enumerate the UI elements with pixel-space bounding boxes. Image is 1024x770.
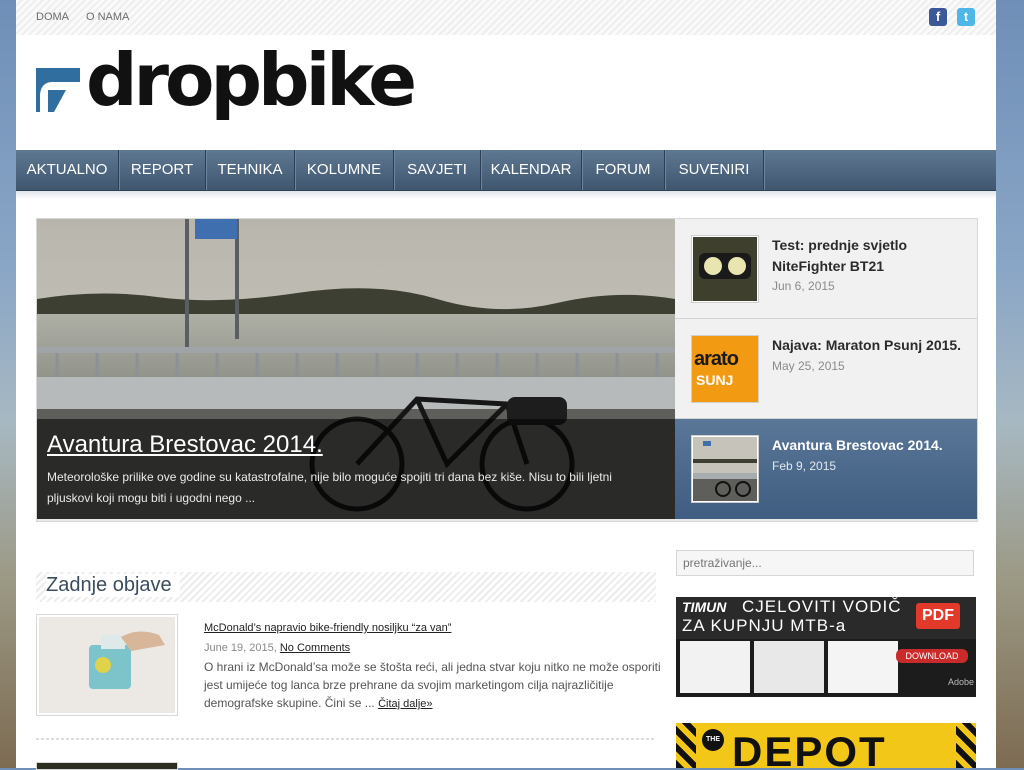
post-thumb[interactable] xyxy=(36,614,178,716)
read-more-link[interactable]: Čitaj dalje» xyxy=(378,698,432,710)
latest-posts-header: Zadnje objave xyxy=(36,572,656,602)
slide-title[interactable]: Avantura Brestovac 2014. xyxy=(47,431,323,459)
ad1-line1: CJELOVITI VODIČ xyxy=(742,597,902,616)
slider-thumb xyxy=(691,235,759,303)
top-bar: DOMA O NAMA f t xyxy=(16,0,996,35)
ad-banner-depot[interactable]: THE DEPOT xyxy=(676,723,976,768)
slider-item-title: Najava: Maraton Psunj 2015. xyxy=(772,337,962,353)
light-photo xyxy=(693,237,757,301)
thumb-text: SUNJ xyxy=(696,372,734,388)
ad1-adobe: Adobe xyxy=(948,677,975,687)
slide-caption: Avantura Brestovac 2014. Meteorološke pr… xyxy=(37,419,675,519)
thumb-text: arato xyxy=(694,348,739,370)
page: DOMA O NAMA f t dropbike AKTUALNO REPORT… xyxy=(16,0,996,770)
ad-banner-timun[interactable]: TIMUN CJELOVITI VODIČ ZA KUPNJU MTB-a PD… xyxy=(676,597,976,697)
ad2-stripes xyxy=(956,723,976,768)
slider-item-date: Jun 6, 2015 xyxy=(772,279,835,293)
post-meta: June 19, 2015, No Comments xyxy=(204,642,350,654)
slider-thumb: arato SUNJ xyxy=(691,335,759,403)
nav-item-tehnika[interactable]: TEHNIKA xyxy=(206,150,295,190)
twitter-icon[interactable]: t xyxy=(957,8,975,26)
site-logo[interactable]: dropbike xyxy=(36,44,417,130)
slider-item-date: May 25, 2015 xyxy=(772,359,845,373)
nav-item-aktualno[interactable]: AKTUALNO xyxy=(16,150,119,190)
ad1-page xyxy=(680,641,750,693)
slide-main[interactable]: Avantura Brestovac 2014. Meteorološke pr… xyxy=(37,219,675,519)
post-divider xyxy=(36,738,656,740)
slide-excerpt: Meteorološke prilike ove godine su katas… xyxy=(47,470,612,505)
nav-shadow xyxy=(16,191,996,199)
slider-item-title: Avantura Brestovac 2014. xyxy=(772,437,943,453)
slider-thumb xyxy=(691,435,759,503)
post-excerpt: O hrani iz McDonald’sa može se štošta re… xyxy=(204,658,674,713)
slider-item-title: Test: prednje svjetlo NiteFighter BT21 xyxy=(772,237,908,274)
ad2-stripes xyxy=(676,723,696,768)
ad2-small: THE xyxy=(702,729,724,751)
ad1-page xyxy=(754,641,824,693)
ad1-download: DOWNLOAD xyxy=(896,649,968,663)
top-link-o-nama[interactable]: O NAMA xyxy=(86,11,129,23)
ad1-page xyxy=(828,641,898,693)
ad1-pdf-badge: PDF xyxy=(916,603,960,629)
top-link-doma[interactable]: DOMA xyxy=(36,11,69,23)
ad1-brand: TIMUN xyxy=(682,599,727,615)
search-input[interactable] xyxy=(676,550,974,576)
bike-photo xyxy=(693,437,757,501)
logo-text: dropbike xyxy=(86,38,417,122)
featured-slider: Avantura Brestovac 2014. Meteorološke pr… xyxy=(36,218,978,522)
slider-item[interactable]: arato SUNJ Najava: Maraton Psunj 2015. M… xyxy=(675,319,977,419)
post-thumb-next[interactable] xyxy=(36,762,178,770)
nav-item-savjeti[interactable]: SAVJETI xyxy=(394,150,481,190)
ad1-line2: ZA KUPNJU MTB-a xyxy=(682,616,847,635)
latest-posts-title: Zadnje objave xyxy=(46,574,180,597)
nav-item-report[interactable]: REPORT xyxy=(119,150,206,190)
slider-item-active[interactable]: Avantura Brestovac 2014. Feb 9, 2015 xyxy=(675,419,977,519)
main-nav: AKTUALNO REPORT TEHNIKA KOLUMNE SAVJETI … xyxy=(16,150,996,191)
slider-item[interactable]: Test: prednje svjetlo NiteFighter BT21 J… xyxy=(675,219,977,319)
logo-mark-icon xyxy=(36,68,80,112)
slider-item-date: Feb 9, 2015 xyxy=(772,459,837,473)
post-title-link[interactable]: McDonald’s napravio bike-friendly nosilj… xyxy=(204,622,451,634)
nav-item-kalendar[interactable]: KALENDAR xyxy=(481,150,582,190)
facebook-icon[interactable]: f xyxy=(929,8,947,26)
nav-item-suveniri[interactable]: SUVENIRI xyxy=(665,150,764,190)
nav-item-forum[interactable]: FORUM xyxy=(582,150,665,190)
post-comments-link[interactable]: No Comments xyxy=(280,642,350,654)
post-photo xyxy=(39,617,175,713)
ad2-title: DEPOT xyxy=(732,728,887,769)
nav-item-kolumne[interactable]: KOLUMNE xyxy=(295,150,394,190)
post-date: June 19, 2015, xyxy=(204,642,277,654)
